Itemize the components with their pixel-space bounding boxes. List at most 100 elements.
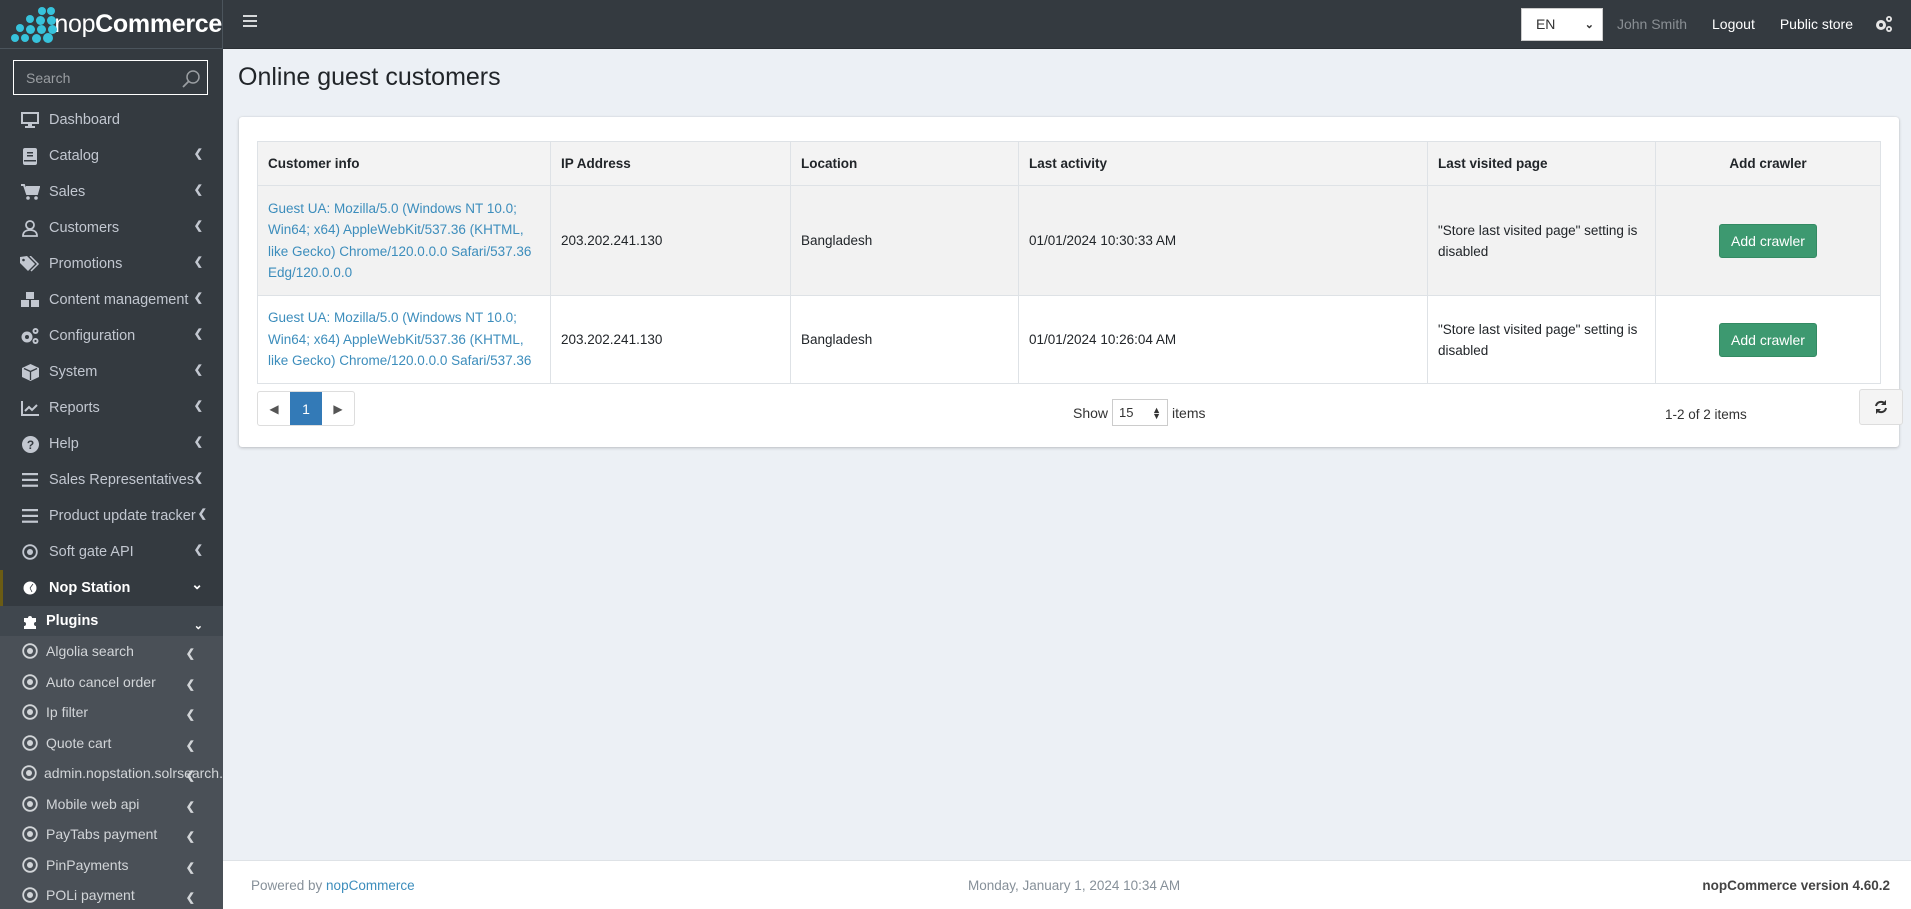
search-icon[interactable]	[181, 69, 201, 89]
ip-address-cell: 203.202.241.130	[550, 295, 791, 384]
sidebar-subitem-poli-payment[interactable]: POLi payment ❮	[0, 880, 223, 909]
sidebar-search-input[interactable]	[26, 69, 176, 86]
dot-circle-icon	[20, 735, 40, 751]
user-name: John Smith	[1616, 16, 1688, 32]
sidebar-item-customers[interactable]: Customers ❮	[0, 210, 223, 246]
add-crawler-button[interactable]: Add crawler	[1719, 322, 1817, 357]
sidebar-subitem-label: PinPayments	[46, 856, 129, 873]
chevron-left-icon: ❮	[185, 709, 195, 721]
chevron-left-icon: ❮	[193, 472, 203, 484]
public-store-link[interactable]: Public store	[1780, 16, 1853, 32]
sidebar-subitem-ip-filter[interactable]: Ip filter ❮	[0, 697, 223, 728]
nopcommerce-link[interactable]: nopCommerce	[326, 878, 415, 893]
chevron-left-icon: ❮	[193, 400, 203, 412]
sidebar-item-label: Customers	[49, 220, 120, 236]
sidebar-item-soft-gate-api[interactable]: Soft gate API ❮	[0, 534, 223, 570]
sidebar-item-system[interactable]: System ❮	[0, 354, 223, 390]
chevron-down-icon: ⌄	[1584, 18, 1594, 31]
settings-gears-icon[interactable]	[1874, 14, 1894, 34]
sidebar-item-label: Content management	[49, 292, 189, 308]
sidebar-item-nop-station[interactable]: Nop Station ⌄	[0, 570, 223, 606]
sidebar-subitem-pinpayments[interactable]: PinPayments ❮	[0, 850, 223, 881]
sidebar-search[interactable]	[13, 60, 208, 95]
column-header-last-visited-page[interactable]: Last visited page	[1427, 141, 1656, 186]
sidebar-subitem-auto-cancel-order[interactable]: Auto cancel order ❮	[0, 667, 223, 698]
column-header-ip-address[interactable]: IP Address	[550, 141, 791, 186]
sidebar-item-promotions[interactable]: Promotions ❮	[0, 246, 223, 282]
column-header-customer-info[interactable]: Customer info	[257, 141, 551, 186]
dot-circle-icon	[20, 674, 40, 690]
sidebar-item-sales[interactable]: Sales ❮	[0, 174, 223, 210]
sidebar-toggle-button[interactable]	[243, 15, 257, 29]
svg-text:?: ?	[26, 438, 33, 452]
sidebar-item-label: Product update tracker	[49, 508, 196, 524]
add-crawler-cell: Add crawler	[1655, 185, 1881, 296]
previous-page-button[interactable]: ◀	[258, 392, 290, 425]
column-header-last-activity[interactable]: Last activity	[1018, 141, 1428, 186]
sidebar: Dashboard Catalog ❮ Sales ❮ Customers ❮ …	[0, 49, 223, 909]
list-icon	[20, 506, 40, 526]
chevron-left-icon: ❮	[185, 648, 195, 660]
sidebar-item-reports[interactable]: Reports ❮	[0, 390, 223, 426]
sidebar-item-label: Reports	[49, 400, 100, 416]
gears-icon	[20, 326, 40, 346]
logout-link[interactable]: Logout	[1712, 16, 1755, 32]
sidebar-subitem-algolia-search[interactable]: Algolia search ❮	[0, 636, 223, 667]
dot-circle-icon	[20, 765, 38, 781]
chevron-left-icon: ❮	[193, 184, 203, 196]
cubes-icon	[20, 290, 40, 310]
customer-info-cell: Guest UA: Mozilla/5.0 (Windows NT 10.0; …	[257, 295, 551, 384]
brand-logo[interactable]: nopCommerce	[0, 0, 223, 49]
sidebar-item-product-update-tracker[interactable]: Product update tracker ❮	[0, 498, 223, 534]
language-select[interactable]: EN ⌄	[1520, 7, 1603, 41]
sidebar-subitem-label: PayTabs payment	[46, 826, 158, 843]
sidebar-subitem-mobile-web-api[interactable]: Mobile web api ❮	[0, 789, 223, 820]
customer-info-link[interactable]: Guest UA: Mozilla/5.0 (Windows NT 10.0; …	[268, 310, 531, 368]
chevron-left-icon: ❮	[193, 436, 203, 448]
page-size-control: Show 15 ▲ ▼ items	[1073, 399, 1205, 426]
page-button-current[interactable]: 1	[290, 392, 322, 425]
sidebar-subitem-quote-cart[interactable]: Quote cart ❮	[0, 728, 223, 759]
next-page-button[interactable]: ▶	[322, 392, 354, 425]
sidebar-item-catalog[interactable]: Catalog ❮	[0, 138, 223, 174]
last-visited-page-cell: "Store last visited page" setting is dis…	[1427, 185, 1656, 296]
location-cell: Bangladesh	[790, 185, 1019, 296]
question-circle-icon: ?	[20, 434, 40, 454]
sidebar-subitem-label: Quote cart	[46, 734, 112, 751]
sidebar-item-label: Sales Representatives	[49, 472, 195, 488]
sidebar-item-plugins[interactable]: Plugins ⌄	[0, 606, 223, 636]
chevron-left-icon: ❮	[193, 364, 203, 376]
column-header-location[interactable]: Location	[790, 141, 1019, 186]
brand-name: nopCommerce	[54, 9, 222, 38]
sidebar-item-dashboard[interactable]: Dashboard	[0, 102, 223, 138]
sidebar-subitem-label: Auto cancel order	[46, 673, 156, 690]
dot-circle-icon	[20, 826, 40, 842]
chevron-left-icon: ❮	[193, 544, 203, 556]
online-customers-table: Customer info IP Address Location Last a…	[257, 141, 1881, 384]
sidebar-item-configuration[interactable]: Configuration ❮	[0, 318, 223, 354]
powered-by: Powered by nopCommerce	[251, 878, 415, 893]
sidebar-item-help[interactable]: ? Help ❮	[0, 426, 223, 462]
monitor-icon	[20, 110, 40, 130]
sort-updown-icon: ▲ ▼	[1152, 404, 1162, 421]
sidebar-item-content-management[interactable]: Content management ❮	[0, 282, 223, 318]
chevron-left-icon: ❮	[197, 508, 207, 520]
sidebar-subitem-paytabs-payment[interactable]: PayTabs payment ❮	[0, 819, 223, 850]
sidebar-item-label: Dashboard	[49, 112, 120, 128]
page-size-select[interactable]: 15 ▲ ▼	[1112, 399, 1169, 426]
chevron-left-icon: ❮	[185, 770, 195, 782]
pager-info: 1-2 of 2 items	[1665, 407, 1747, 422]
items-label: items	[1172, 404, 1206, 421]
chevron-left-icon: ❮	[185, 892, 195, 904]
add-crawler-button[interactable]: Add crawler	[1719, 223, 1817, 258]
plugins-submenu: Algolia search ❮ Auto cancel order ❮ Ip …	[0, 636, 223, 909]
refresh-button[interactable]	[1859, 389, 1903, 425]
customer-info-link[interactable]: Guest UA: Mozilla/5.0 (Windows NT 10.0; …	[268, 201, 531, 281]
dot-circle-icon	[20, 857, 40, 873]
sidebar-item-sales-representatives[interactable]: Sales Representatives ❮	[0, 462, 223, 498]
dot-circle-icon	[20, 887, 40, 903]
chevron-left-icon: ❮	[193, 328, 203, 340]
footer: Powered by nopCommerce Monday, January 1…	[223, 860, 1911, 909]
sidebar-subitem-solr-search[interactable]: admin.nopstation.solrsearch. ❮	[0, 758, 223, 789]
sidebar-item-label: Soft gate API	[49, 544, 134, 560]
